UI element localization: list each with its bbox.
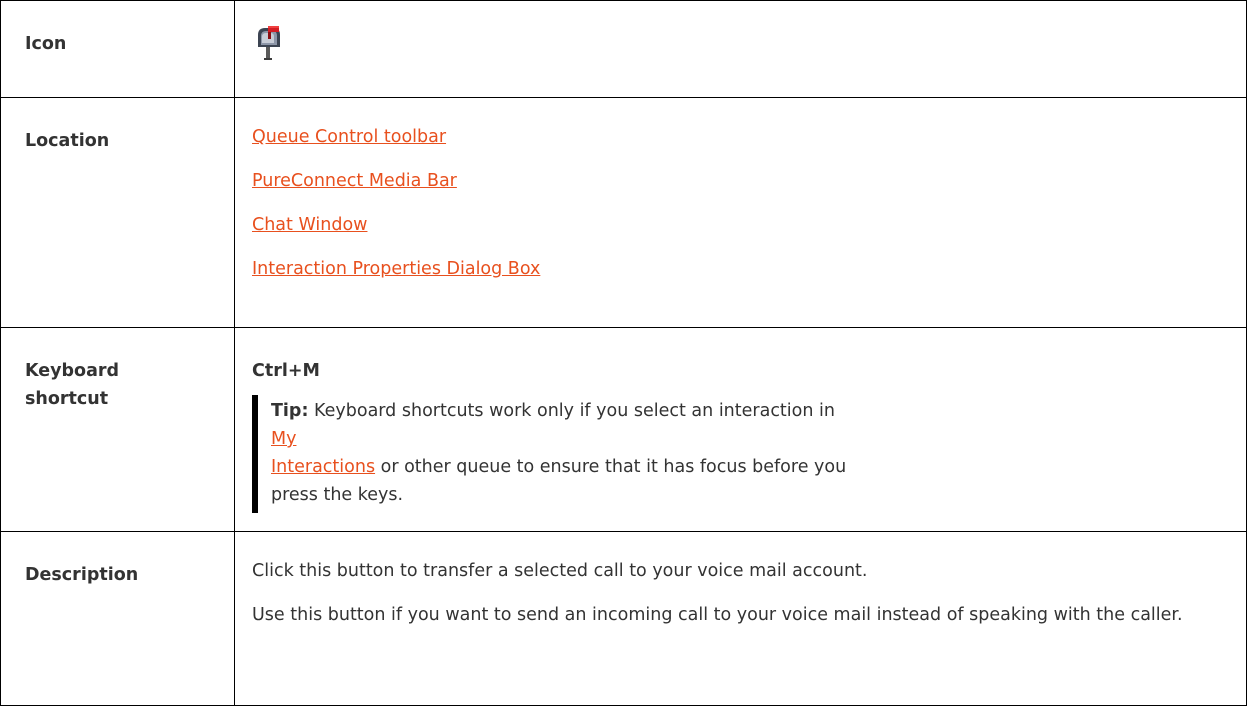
icon-row: Icon: [0, 0, 1247, 98]
description-row-label: Description: [0, 531, 235, 706]
queue-control-toolbar-link[interactable]: Queue Control toolbar: [252, 123, 446, 151]
interaction-properties-dialog-box-link[interactable]: Interaction Properties Dialog Box: [252, 255, 540, 283]
chat-window-link[interactable]: Chat Window: [252, 211, 367, 239]
keyboard-shortcut-row: Keyboard shortcut Ctrl+M Tip: Keyboard s…: [0, 327, 1247, 532]
description-paragraph-1: Click this button to transfer a selected…: [252, 561, 868, 581]
location-row-value: Queue Control toolbar PureConnect Media …: [234, 97, 1247, 328]
my-interactions-link-word2: Interactions: [271, 457, 376, 477]
keyboard-shortcut-row-value: Ctrl+M Tip: Keyboard shortcuts work only…: [234, 327, 1247, 532]
my-interactions-link-word1: My: [271, 429, 297, 449]
keyboard-label-line2: shortcut: [25, 389, 109, 409]
location-row-label: Location: [0, 97, 235, 328]
icon-row-label: Icon: [0, 0, 235, 98]
tip-callout: Tip: Keyboard shortcuts work only if you…: [252, 395, 856, 513]
keyboard-shortcut-row-label: Keyboard shortcut: [0, 327, 235, 532]
location-row: Location Queue Control toolbar PureConne…: [0, 97, 1247, 328]
description-row-value: Click this button to transfer a selected…: [234, 531, 1247, 706]
icon-row-value: [234, 0, 1247, 98]
tip-label: Tip:: [271, 401, 309, 421]
keyboard-label-line1: Keyboard: [25, 361, 120, 381]
command-reference-table: Icon Location Queue Control toolbar Pure…: [0, 0, 1247, 706]
voicemail-mailbox-icon: [252, 25, 286, 61]
shortcut-keys: Ctrl+M: [252, 361, 320, 381]
tip-text-before: Keyboard shortcuts work only if you sele…: [308, 401, 835, 421]
my-interactions-link[interactable]: My Interactions: [271, 429, 375, 477]
pureconnect-media-bar-link[interactable]: PureConnect Media Bar: [252, 167, 457, 195]
description-row: Description Click this button to transfe…: [0, 531, 1247, 706]
description-paragraph-2: Use this button if you want to send an i…: [252, 605, 1183, 625]
